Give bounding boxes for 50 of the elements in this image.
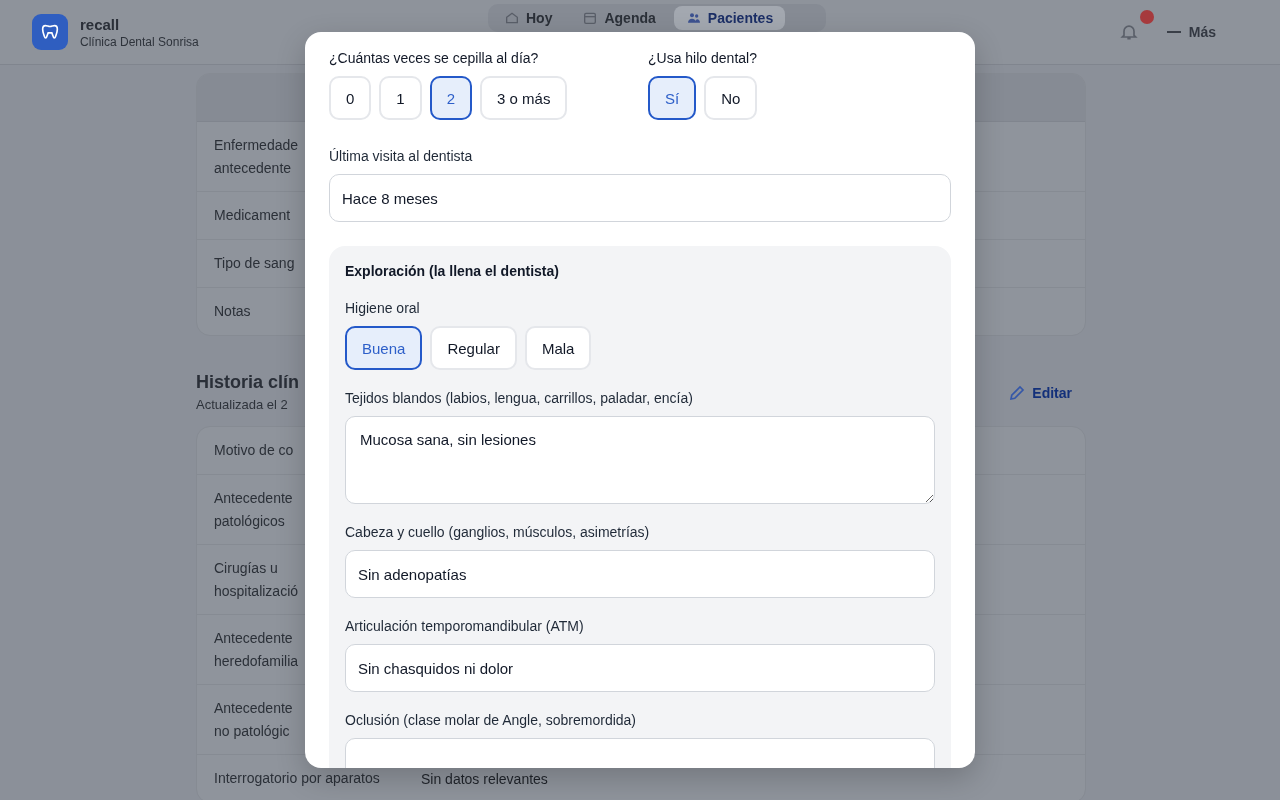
field-label: Higiene oral [345, 299, 421, 318]
dash-icon [1166, 31, 1181, 33]
option-button[interactable]: 0 [329, 76, 372, 120]
nav-tab[interactable]: Pacientes [673, 6, 786, 30]
option-button[interactable]: 2 [429, 76, 473, 120]
field-label: Última visita al dentista [329, 147, 474, 166]
row-value: Sin datos relevantes [421, 770, 548, 787]
row-label: Motivo de co [214, 441, 294, 460]
pencil-icon [1008, 384, 1027, 402]
option-button[interactable]: Sí [648, 76, 697, 120]
edit-link[interactable]: Editar [1008, 384, 1072, 402]
question-label: ¿Usa hilo dental? [648, 49, 758, 68]
option-button[interactable]: 3 o más [480, 76, 568, 120]
text-field[interactable]: Hace 8 meses [329, 174, 951, 222]
clinic-name: Clínica Dental Sonrisa [80, 34, 199, 49]
option-button[interactable]: Regular [430, 326, 517, 370]
nav-tab[interactable]: Hoy [492, 6, 565, 30]
notification-badge [1140, 10, 1154, 24]
calendar-icon [582, 10, 599, 26]
row-label: Antecedente heredofamilia [214, 628, 299, 671]
updated-date: Actualizada el 2 [196, 397, 289, 412]
section-title: Exploración (la llena el dentista) [345, 262, 560, 281]
option-button[interactable]: Mala [524, 326, 592, 370]
option-button[interactable]: No [704, 76, 758, 120]
section-title: Historia clín [196, 372, 300, 393]
row-label: Tipo de sang [214, 254, 295, 273]
more-menu[interactable]: Más [1166, 24, 1216, 40]
row-label: Antecedente patológicos [214, 488, 293, 531]
people-icon [685, 10, 702, 26]
row-label: Antecedente no patológic [214, 698, 293, 741]
field-label: Tejidos blandos (labios, lengua, carrillos, paladar, encía) [345, 389, 694, 408]
bell-icon [1118, 22, 1139, 42]
row-label: Interrogatorio por aparatos [214, 769, 380, 788]
field-label: Articulación temporomandibular (ATM) [345, 617, 585, 636]
row-label: Notas [214, 302, 251, 321]
app-name: recall [80, 15, 121, 33]
question-label: ¿Cuántas veces se cepilla al día? [329, 49, 540, 68]
text-field[interactable]: Sin chasquidos ni dolor [345, 644, 935, 692]
nav-tab[interactable]: Agenda [570, 6, 668, 30]
field-label: Cabeza y cuello (ganglios, músculos, asimetrías) [345, 523, 651, 542]
row-label: Enfermedade antecedente [214, 135, 299, 178]
field-label: Oclusión (clase molar de Angle, sobremordida) [345, 711, 638, 730]
row-label: Medicament [214, 206, 291, 225]
text-field[interactable]: Sin adenopatías [345, 550, 935, 598]
house-icon [504, 10, 520, 26]
option-button[interactable]: 1 [379, 76, 422, 120]
row-label: Cirugías u hospitalizació [214, 558, 299, 601]
option-button[interactable]: Buena [345, 326, 423, 370]
text-area[interactable]: Mucosa sana, sin lesiones [345, 416, 935, 504]
notification-button[interactable] [1118, 22, 1139, 42]
